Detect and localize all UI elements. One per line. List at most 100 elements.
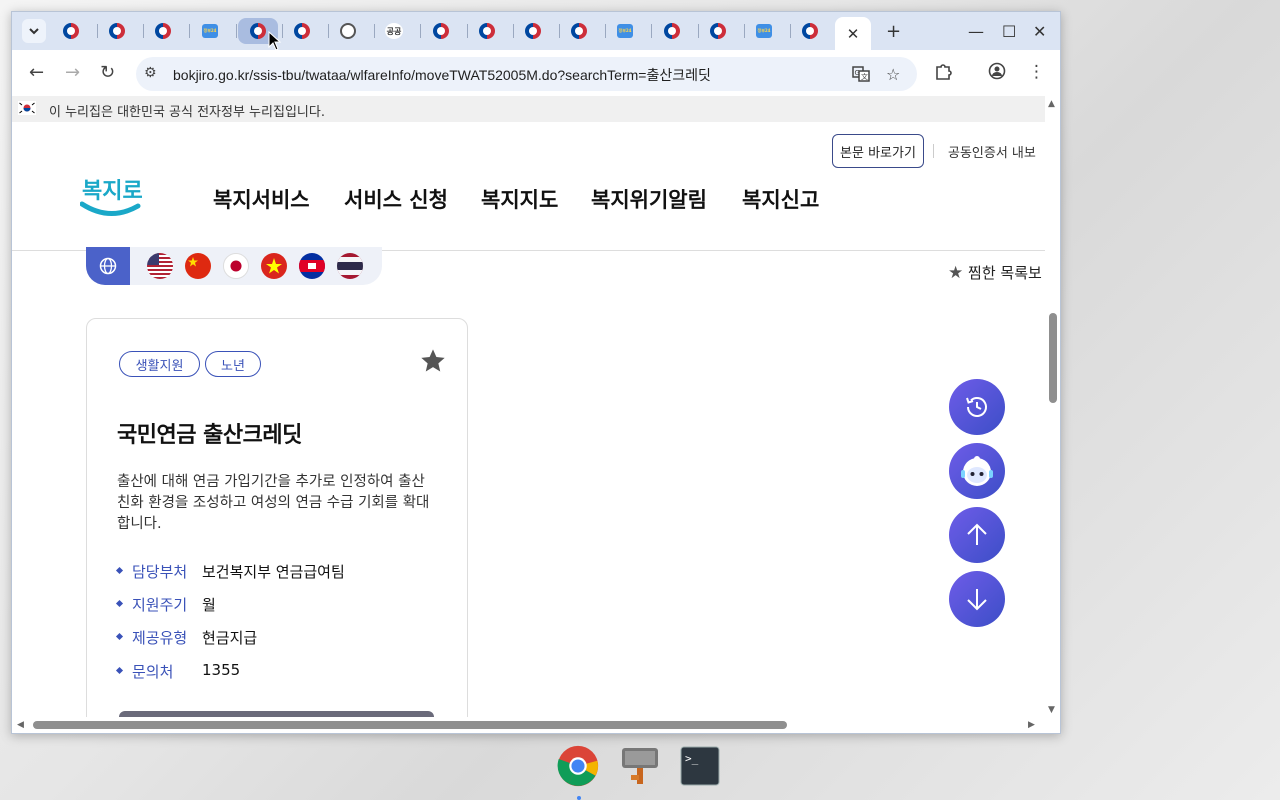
- browser-tab[interactable]: 공공: [376, 18, 412, 44]
- bookmark-star-icon[interactable]: ☆: [886, 65, 900, 84]
- tag-living-support[interactable]: 생활지원: [119, 351, 200, 377]
- gov24-icon: 정부24: [202, 24, 218, 38]
- browser-tab[interactable]: [330, 18, 366, 44]
- us-flag-icon[interactable]: [147, 253, 173, 279]
- browser-tab[interactable]: [654, 18, 690, 44]
- chrome-taskbar-icon[interactable]: [557, 745, 599, 787]
- tab-separator: [467, 24, 468, 38]
- skip-to-content-button[interactable]: 본문 바로가기: [832, 134, 924, 168]
- terminal-taskbar-icon[interactable]: >_: [679, 745, 721, 787]
- taeguk-icon: [710, 23, 726, 39]
- horizontal-scrollbar[interactable]: ◀ ▶: [12, 717, 1045, 733]
- browser-window: 정부24 공공 정부24 정부24 ✕ + — ☐ ✕ ← → ↻ ⚙ bokjiro…: [11, 11, 1061, 734]
- mouse-cursor-icon: [268, 31, 282, 51]
- taeguk-icon: [294, 23, 310, 39]
- tab-separator: [420, 24, 421, 38]
- running-indicator: [577, 796, 581, 800]
- site-header: 본문 바로가기 공동인증서 내보 복지로 복지서비스 서비스 신청 복지지도 복…: [12, 122, 1045, 251]
- korea-flag-icon: [18, 101, 36, 115]
- language-bar: [86, 247, 382, 285]
- taeguk-icon: [63, 23, 79, 39]
- language-globe-button[interactable]: [86, 247, 130, 285]
- back-icon[interactable]: ←: [29, 62, 44, 83]
- chatbot-button[interactable]: [949, 443, 1005, 499]
- tab-separator: [282, 24, 283, 38]
- info-label: 지원주기: [132, 596, 188, 614]
- browser-tab[interactable]: [561, 18, 597, 44]
- tab-separator: [559, 24, 560, 38]
- browser-tab[interactable]: [700, 18, 736, 44]
- vietnam-flag-icon[interactable]: [261, 253, 287, 279]
- translate-icon[interactable]: G文: [852, 65, 870, 87]
- minimize-icon[interactable]: —: [968, 22, 984, 41]
- favorite-star-icon[interactable]: [419, 347, 447, 375]
- chevron-down-icon: [29, 28, 39, 35]
- maximize-icon[interactable]: ☐: [1002, 22, 1016, 41]
- browser-tab[interactable]: [469, 18, 505, 44]
- scroll-down-arrow-icon[interactable]: ▼: [1048, 705, 1055, 715]
- browser-tab[interactable]: [284, 18, 320, 44]
- tab-search-button[interactable]: [22, 19, 46, 43]
- cambodia-flag-icon[interactable]: [299, 253, 325, 279]
- bullet-icon: [115, 599, 124, 608]
- scroll-top-button[interactable]: [949, 507, 1005, 563]
- menu-icon[interactable]: ⋮: [1028, 62, 1045, 82]
- scroll-right-arrow-icon[interactable]: ▶: [1028, 720, 1035, 730]
- scroll-left-arrow-icon[interactable]: ◀: [17, 720, 24, 730]
- cert-export-link[interactable]: 공동인증서 내보: [948, 142, 1036, 161]
- browser-tab[interactable]: [145, 18, 181, 44]
- forward-icon[interactable]: →: [65, 62, 80, 83]
- vertical-scroll-thumb[interactable]: [1049, 313, 1057, 403]
- tag-elderly[interactable]: 노년: [205, 351, 261, 377]
- taeguk-icon: [155, 23, 171, 39]
- browser-tab[interactable]: [792, 18, 828, 44]
- browser-tab[interactable]: 정부24: [607, 18, 643, 44]
- scroll-bottom-button[interactable]: [949, 571, 1005, 627]
- bokjiro-logo[interactable]: 복지로: [80, 168, 142, 222]
- favorites-list-link[interactable]: ★ 찜한 목록보: [948, 262, 1042, 283]
- taeguk-icon: [571, 23, 587, 39]
- vertical-scrollbar[interactable]: ▲ ▼: [1045, 96, 1060, 717]
- nav-welfare-report[interactable]: 복지신고: [742, 184, 819, 214]
- china-flag-icon[interactable]: [185, 253, 211, 279]
- chatbot-icon: [961, 456, 993, 486]
- reload-icon[interactable]: ↻: [100, 62, 115, 83]
- nav-crisis-alert[interactable]: 복지위기알림: [591, 184, 707, 214]
- browser-tab[interactable]: [423, 18, 459, 44]
- close-tab-icon[interactable]: ✕: [847, 25, 860, 43]
- tab-separator: [605, 24, 606, 38]
- active-tab[interactable]: ✕: [835, 17, 871, 50]
- svg-text:文: 文: [861, 72, 868, 81]
- browser-tab[interactable]: [515, 18, 551, 44]
- close-window-icon[interactable]: ✕: [1033, 22, 1046, 41]
- browser-tab[interactable]: 정부24: [192, 18, 228, 44]
- tab-separator: [189, 24, 190, 38]
- url-text[interactable]: bokjiro.go.kr/ssis-tbu/twataa/wlfareInfo…: [173, 65, 711, 85]
- tab-separator: [236, 24, 237, 38]
- browser-toolbar: ← → ↻ ⚙ bokjiro.go.kr/ssis-tbu/twataa/wl…: [12, 50, 1060, 96]
- taeguk-icon: [802, 23, 818, 39]
- browser-tab[interactable]: 정부24: [746, 18, 782, 44]
- nav-service-apply[interactable]: 서비스 신청: [344, 184, 448, 214]
- horizontal-scroll-thumb[interactable]: [33, 721, 787, 729]
- profile-icon[interactable]: [988, 62, 1006, 85]
- recent-history-button[interactable]: [949, 379, 1005, 435]
- page-viewport: 이 누리집은 대한민국 공식 전자정부 누리집입니다. 본문 바로가기 공동인증…: [12, 96, 1045, 717]
- site-info-icon[interactable]: ⚙: [144, 65, 162, 83]
- bullet-icon: [115, 632, 124, 641]
- nav-welfare-services[interactable]: 복지서비스: [213, 184, 310, 214]
- tab-separator: [143, 24, 144, 38]
- nav-welfare-map[interactable]: 복지지도: [481, 184, 558, 214]
- address-bar[interactable]: ⚙ bokjiro.go.kr/ssis-tbu/twataa/wlfareIn…: [136, 57, 917, 91]
- thailand-flag-icon[interactable]: [337, 253, 363, 279]
- new-tab-button[interactable]: +: [886, 21, 901, 42]
- japan-flag-icon[interactable]: [223, 253, 249, 279]
- scroll-up-arrow-icon[interactable]: ▲: [1048, 99, 1055, 109]
- header-divider: [933, 144, 934, 158]
- browser-tab[interactable]: [53, 18, 89, 44]
- extensions-icon[interactable]: [934, 62, 952, 85]
- network-tool-taskbar-icon[interactable]: [619, 745, 661, 787]
- favorites-list-label: 찜한 목록보: [968, 264, 1042, 282]
- star-icon: ★: [948, 263, 964, 283]
- browser-tab[interactable]: [99, 18, 135, 44]
